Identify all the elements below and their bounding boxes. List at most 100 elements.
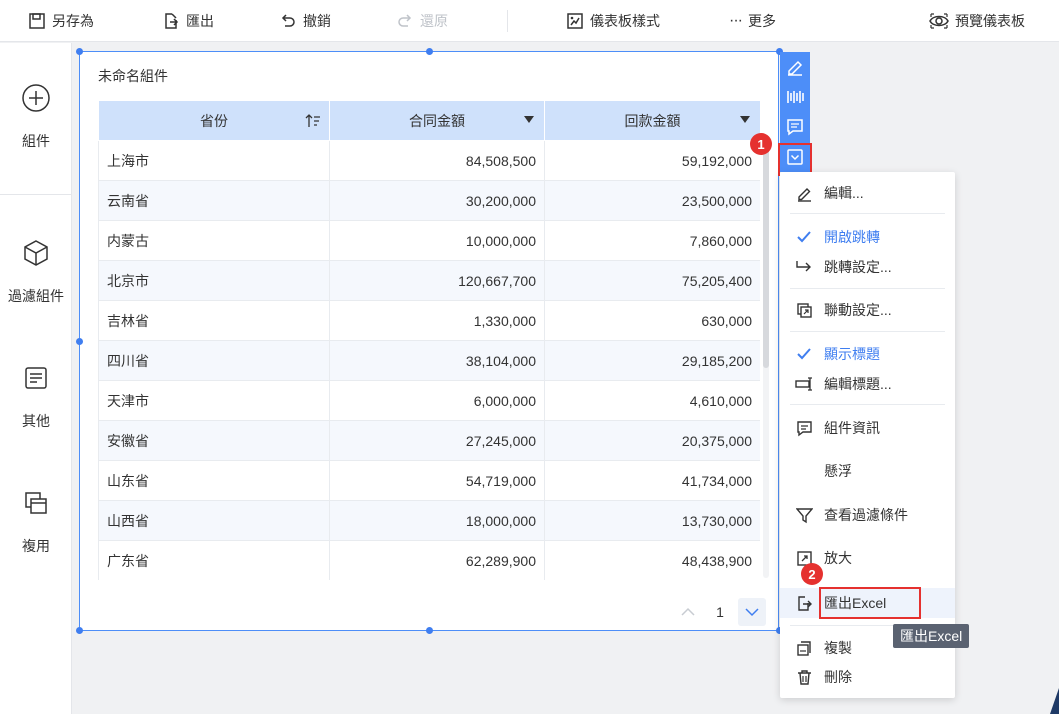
filter-icon <box>795 507 813 523</box>
cell-payment-amount: 75,205,400 <box>544 260 760 301</box>
menu-item-edit[interactable]: 編輯... <box>780 178 955 208</box>
sidebar-item-other[interactable]: 其他 <box>0 363 72 431</box>
more-icon: ··· <box>729 12 743 29</box>
info-comment-icon <box>796 420 812 436</box>
table-row[interactable]: 山西省 18,000,000 13,730,000 <box>98 500 760 541</box>
cell-province: 广东省 <box>98 540 330 580</box>
sort-icon[interactable] <box>305 113 321 129</box>
pagination: 1 <box>674 598 766 626</box>
table-row[interactable]: 北京市 120,667,700 75,205,400 <box>98 260 760 301</box>
barcode-button[interactable] <box>780 82 810 112</box>
undo-button[interactable]: 撤銷 <box>279 0 331 42</box>
duplicate-icon <box>796 640 811 656</box>
copy-icon <box>25 492 47 514</box>
menu-item-label: 編輯標題... <box>824 376 892 392</box>
save-as-button[interactable]: 另存為 <box>28 0 94 42</box>
table-row[interactable]: 天津市 6,000,000 4,610,000 <box>98 380 760 421</box>
column-header-contract-amount[interactable]: 合同金額 <box>329 100 545 141</box>
more-label: 更多 <box>747 13 776 29</box>
dashboard-style-button[interactable]: 儀表板樣式 <box>566 0 660 42</box>
undo-label: 撤銷 <box>303 13 331 29</box>
menu-item-view-filter[interactable]: 查看過濾條件 <box>780 500 955 530</box>
page-number: 1 <box>716 604 724 620</box>
table-row[interactable]: 安徽省 27,245,000 20,375,000 <box>98 420 760 461</box>
cell-province: 内蒙古 <box>98 220 330 261</box>
eye-icon <box>929 13 949 29</box>
trash-icon <box>797 669 811 685</box>
prev-page-button[interactable] <box>674 598 702 626</box>
cell-payment-amount: 4,610,000 <box>544 380 760 421</box>
export-icon <box>797 595 812 611</box>
data-table: 省份 合同金額 回款金額 上海市 84,508,500 59,192,000 云南省 3… <box>98 100 760 580</box>
sidebar-item-label: 過濾組件 <box>8 288 64 304</box>
menu-item-float[interactable]: 懸浮 <box>780 456 955 486</box>
export-icon <box>165 13 179 29</box>
export-button[interactable]: 匯出 <box>162 0 214 42</box>
next-page-button[interactable] <box>738 598 766 626</box>
dropdown-caret-icon[interactable] <box>740 116 750 123</box>
more-button[interactable]: ··· 更多 <box>729 0 776 42</box>
table-widget[interactable]: 未命名組件 省份 合同金額 回款金額 上海市 84,508,500 59,192,0… <box>76 48 783 634</box>
resize-handle[interactable] <box>426 627 433 634</box>
tooltip: 匯出Excel <box>893 624 970 648</box>
export-label: 匯出 <box>186 13 214 29</box>
comment-icon <box>787 119 803 136</box>
menu-item-label: 刪除 <box>824 669 852 685</box>
cell-province: 云南省 <box>98 180 330 221</box>
menu-item-enable-jump[interactable]: 開啟跳轉 <box>780 222 955 252</box>
table-row[interactable]: 四川省 38,104,000 29,185,200 <box>98 340 760 381</box>
toolbar-divider <box>507 10 508 32</box>
cell-contract-amount: 1,330,000 <box>329 300 545 341</box>
cell-payment-amount: 41,734,000 <box>544 460 760 501</box>
menu-item-widget-info[interactable]: 組件資訊 <box>780 413 955 443</box>
widget-title: 未命名組件 <box>98 68 168 84</box>
linkage-icon <box>796 302 812 318</box>
chevron-up-icon <box>681 607 695 616</box>
resize-handle[interactable] <box>426 48 433 55</box>
table-row[interactable]: 广东省 62,289,900 48,438,900 <box>98 540 760 580</box>
comment-button[interactable] <box>780 112 810 142</box>
menu-item-linkage-settings[interactable]: 聯動設定... <box>780 295 955 325</box>
sidebar-item-label: 複用 <box>22 538 50 554</box>
table-row[interactable]: 山东省 54,719,000 41,734,000 <box>98 460 760 501</box>
menu-item-jump-settings[interactable]: 跳轉設定... <box>780 252 955 282</box>
cell-contract-amount: 84,508,500 <box>329 140 545 181</box>
resize-handle[interactable] <box>76 48 83 55</box>
dropdown-caret-icon[interactable] <box>524 116 534 123</box>
redo-button[interactable]: 還原 <box>396 0 448 42</box>
barcode-icon <box>787 91 804 103</box>
cell-payment-amount: 13,730,000 <box>544 500 760 541</box>
menu-item-delete[interactable]: 刪除 <box>780 662 955 692</box>
save-as-label: 另存為 <box>52 13 94 29</box>
table-scrollbar[interactable] <box>763 148 769 578</box>
menu-item-edit-title[interactable]: 編輯標題... <box>780 369 955 399</box>
cell-contract-amount: 10,000,000 <box>329 220 545 261</box>
step-marker-2: 2 <box>801 563 823 585</box>
sidebar-item-reuse[interactable]: 複用 <box>0 488 72 556</box>
cell-payment-amount: 20,375,000 <box>544 420 760 461</box>
menu-item-label: 跳轉設定... <box>824 259 892 275</box>
column-header-payment-amount[interactable]: 回款金額 <box>544 100 760 141</box>
menu-divider <box>790 404 945 405</box>
table-row[interactable]: 吉林省 1,330,000 630,000 <box>98 300 760 341</box>
menu-divider <box>790 331 945 332</box>
edit-widget-button[interactable] <box>780 52 810 82</box>
menu-item-label: 組件資訊 <box>824 420 880 436</box>
table-row[interactable]: 云南省 30,200,000 23,500,000 <box>98 180 760 221</box>
check-icon <box>797 231 811 243</box>
cube-icon <box>24 240 48 266</box>
resize-handle[interactable] <box>76 627 83 634</box>
table-row[interactable]: 上海市 84,508,500 59,192,000 <box>98 140 760 181</box>
sidebar-item-widgets[interactable]: 組件 <box>0 83 72 151</box>
preview-dashboard-button[interactable]: 預覽儀表板 <box>929 0 1025 42</box>
scrollbar-thumb[interactable] <box>763 148 769 368</box>
widget-context-menu: 編輯... 開啟跳轉 跳轉設定... 聯動設定... 顯示標題 編輯標題... … <box>780 172 955 698</box>
table-row[interactable]: 内蒙古 10,000,000 7,860,000 <box>98 220 760 261</box>
cell-contract-amount: 120,667,700 <box>329 260 545 301</box>
column-header-province[interactable]: 省份 <box>98 100 330 141</box>
menu-item-label: 開啟跳轉 <box>824 229 880 245</box>
menu-item-show-title[interactable]: 顯示標題 <box>780 339 955 369</box>
sidebar-item-filter-widgets[interactable]: 過濾組件 <box>0 238 72 306</box>
resize-handle[interactable] <box>76 338 83 345</box>
cell-payment-amount: 48,438,900 <box>544 540 760 580</box>
